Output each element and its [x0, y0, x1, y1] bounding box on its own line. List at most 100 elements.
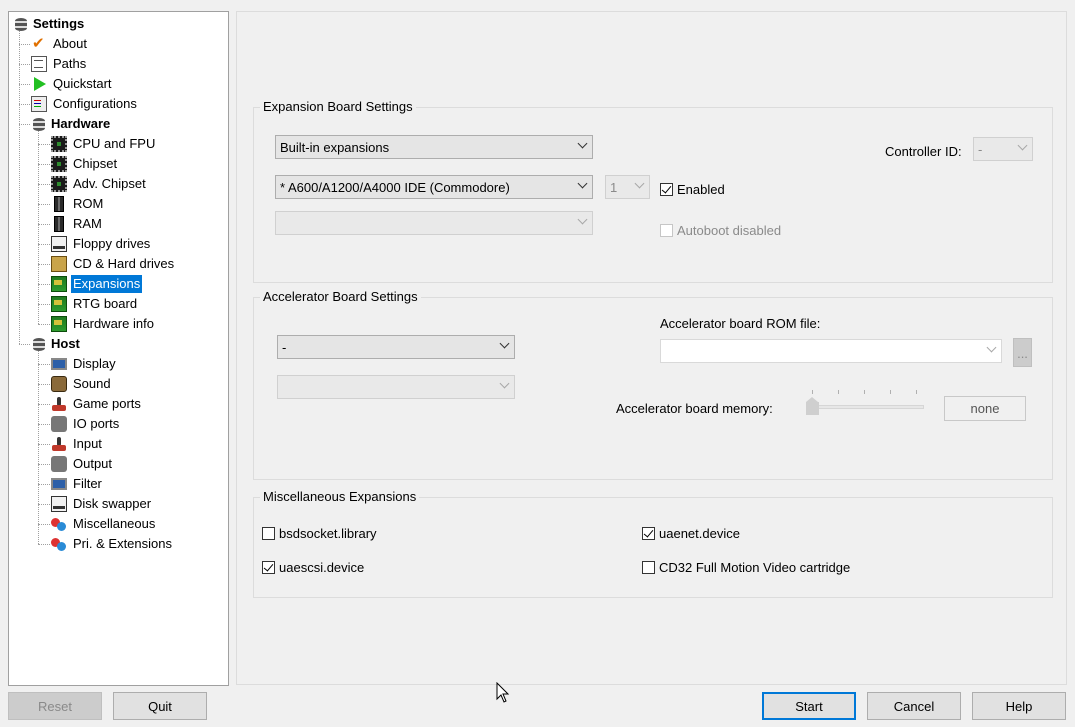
- tree-item-adv-chipset[interactable]: Adv. Chipset: [51, 174, 148, 194]
- expansion-board-value: * A600/A1200/A4000 IDE (Commodore): [280, 179, 510, 195]
- accelerator-rom-file-select[interactable]: [660, 339, 1002, 363]
- tree-item-rtg-board[interactable]: RTG board: [51, 294, 139, 314]
- chevron-down-icon: [501, 380, 509, 388]
- tree-item-rom[interactable]: ROM: [51, 194, 105, 214]
- chevron-down-icon: [579, 180, 587, 188]
- tree-item-configurations[interactable]: Configurations: [31, 94, 139, 114]
- uaescsi-checkbox-box[interactable]: [262, 561, 275, 574]
- tree-item-label: Hardware info: [73, 316, 154, 331]
- tree-item-io-ports[interactable]: IO ports: [51, 414, 121, 434]
- tree-item-output[interactable]: Output: [51, 454, 114, 474]
- tree-item-settings[interactable]: Settings: [13, 14, 86, 34]
- tree-item-expansions[interactable]: Expansions: [51, 274, 143, 294]
- tree-item-host[interactable]: Host: [31, 334, 82, 354]
- expansion-card-icon: [51, 276, 67, 292]
- tree-guide-line: [38, 444, 50, 445]
- accelerator-memory-slider[interactable]: [804, 390, 926, 416]
- plug-icon: [51, 456, 67, 472]
- cd32-fmv-checkbox[interactable]: CD32 Full Motion Video cartridge: [642, 560, 850, 575]
- autoboot-disabled-checkbox[interactable]: Autoboot disabled: [660, 223, 781, 238]
- tree-item-ram[interactable]: RAM: [51, 214, 104, 234]
- tree-item-label: Paths: [53, 56, 87, 71]
- cd32-fmv-checkbox-box[interactable]: [642, 561, 655, 574]
- tree-item-cd-hard-drives[interactable]: CD & Hard drives: [51, 254, 176, 274]
- joystick-icon: [51, 436, 67, 452]
- tree-item-label: Display: [73, 356, 116, 371]
- tree-guide-line: [19, 344, 30, 345]
- tree-item-label: CD & Hard drives: [73, 256, 175, 271]
- uaescsi-checkbox[interactable]: uaescsi.device: [262, 560, 364, 575]
- start-button[interactable]: Start: [762, 692, 856, 720]
- tree-guide-line: [38, 524, 50, 525]
- gears-icon: [51, 516, 67, 532]
- browse-rom-button[interactable]: ...: [1013, 338, 1032, 367]
- tree-item-miscellaneous[interactable]: Miscellaneous: [51, 514, 157, 534]
- autoboot-checkbox-box[interactable]: [660, 224, 673, 237]
- tree-item-input[interactable]: Input: [51, 434, 104, 454]
- tree-guide-line: [38, 464, 50, 465]
- uaenet-checkbox-box[interactable]: [642, 527, 655, 540]
- tree-item-label: Configurations: [53, 96, 137, 111]
- tree-item-label: Hardware: [51, 116, 111, 131]
- tree-item-label: ROM: [73, 196, 104, 211]
- tree-item-floppy-drives[interactable]: Floppy drives: [51, 234, 152, 254]
- expansion-board-title: Expansion Board Settings: [260, 99, 416, 115]
- enabled-checkbox[interactable]: Enabled: [660, 182, 725, 197]
- accelerator-board-select[interactable]: -: [277, 335, 515, 359]
- tree-item-game-ports[interactable]: Game ports: [51, 394, 143, 414]
- tree-item-label: Input: [73, 436, 102, 451]
- tree-item-display[interactable]: Display: [51, 354, 118, 374]
- tree-item-label: Sound: [73, 376, 111, 391]
- tree-item-hardware[interactable]: Hardware: [31, 114, 112, 134]
- floppy-icon: [51, 236, 67, 252]
- slider-tick: [812, 390, 813, 394]
- tree-item-sound[interactable]: Sound: [51, 374, 113, 394]
- tree-item-label: Miscellaneous: [73, 516, 156, 531]
- expansion-category-select[interactable]: Built-in expansions: [275, 135, 593, 159]
- tree-item-disk-swapper[interactable]: Disk swapper: [51, 494, 153, 514]
- tree-item-pri-extensions[interactable]: Pri. & Extensions: [51, 534, 174, 554]
- tree-item-label: About: [53, 36, 87, 51]
- slider-tick: [916, 390, 917, 394]
- tree-item-filter[interactable]: Filter: [51, 474, 104, 494]
- checkmark-icon: [31, 34, 47, 52]
- tree-item-hardware-info[interactable]: Hardware info: [51, 314, 156, 334]
- expansion-subtype-select[interactable]: [275, 211, 593, 235]
- reset-button[interactable]: Reset: [8, 692, 102, 720]
- expansion-unit-value: 1: [610, 179, 618, 195]
- bsdsocket-label: bsdsocket.library: [279, 526, 377, 541]
- expansions-panel: Expansion Board Settings Built-in expans…: [236, 11, 1067, 685]
- database-icon: [33, 117, 45, 131]
- help-button[interactable]: Help: [972, 692, 1066, 720]
- controller-id-label: Controller ID:: [885, 144, 962, 159]
- expansion-card-icon: [51, 296, 67, 312]
- tree-guide-line: [38, 384, 50, 385]
- tree-guide-line: [38, 304, 50, 305]
- uaenet-checkbox[interactable]: uaenet.device: [642, 526, 740, 541]
- enabled-checkbox-box[interactable]: [660, 183, 673, 196]
- tree-item-label: Adv. Chipset: [73, 176, 146, 191]
- tree-item-cpu-and-fpu[interactable]: CPU and FPU: [51, 134, 157, 154]
- slider-thumb[interactable]: [806, 397, 819, 415]
- controller-id-select[interactable]: -: [973, 137, 1033, 161]
- plug-icon: [51, 416, 67, 432]
- quit-button[interactable]: Quit: [113, 692, 207, 720]
- accelerator-secondary-select[interactable]: [277, 375, 515, 399]
- settings-tree[interactable]: Settings About Paths Quickstart Configuratio…: [8, 11, 229, 686]
- tree-item-chipset[interactable]: Chipset: [51, 154, 119, 174]
- cancel-button[interactable]: Cancel: [867, 692, 961, 720]
- accelerator-board-value: -: [282, 339, 287, 355]
- tree-item-label: Floppy drives: [73, 236, 151, 251]
- bsdsocket-checkbox[interactable]: bsdsocket.library: [262, 526, 377, 541]
- expansion-unit-select[interactable]: 1: [605, 175, 650, 199]
- tree-guide-line: [19, 104, 30, 105]
- tree-item-paths[interactable]: Paths: [31, 54, 88, 74]
- tree-item-about[interactable]: About: [31, 34, 89, 54]
- tree-item-label: Quickstart: [53, 76, 112, 91]
- tree-guide-line: [38, 144, 50, 145]
- bsdsocket-checkbox-box[interactable]: [262, 527, 275, 540]
- tree-item-label: Settings: [33, 16, 85, 31]
- tree-guide-line: [19, 64, 30, 65]
- tree-item-quickstart[interactable]: Quickstart: [31, 74, 114, 94]
- expansion-board-select[interactable]: * A600/A1200/A4000 IDE (Commodore): [275, 175, 593, 199]
